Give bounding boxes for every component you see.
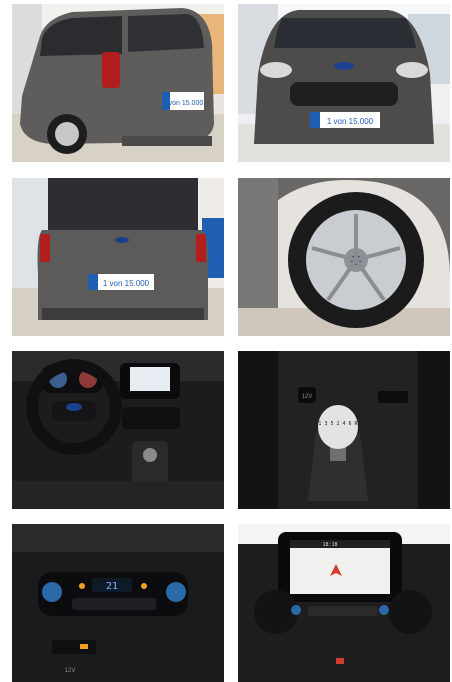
- photo-climate-controls[interactable]: 21 12V: [12, 524, 224, 682]
- photo-wheel-closeup[interactable]: [238, 178, 450, 336]
- photo-rear-left-exterior[interactable]: 1 von 15.000: [12, 4, 224, 162]
- climate-controls-image: 21 12V: [12, 524, 224, 682]
- socket-label-1: 12V: [302, 394, 313, 400]
- photo-front-exterior[interactable]: 1 von 15.000: [238, 4, 450, 162]
- plate-text-2: 1 von 15.000: [327, 117, 374, 126]
- photo-gear-shifter[interactable]: 12V 1 3 5 2 4 6 R: [238, 351, 450, 509]
- rear-open-tailgate-image: 1 von 15.000: [12, 178, 224, 336]
- plate-text-1: 1 von 15.000: [163, 100, 204, 107]
- gear-shifter-image: 12V 1 3 5 2 4 6 R: [238, 351, 450, 509]
- photo-grid: 1 von 15.000 1 von 15.000 1 von 15.000 1…: [0, 0, 452, 682]
- clock-text: 18:18: [322, 542, 337, 548]
- photo-dashboard-steering[interactable]: [12, 351, 224, 509]
- dashboard-steering-image: [12, 351, 224, 509]
- rear-left-exterior-image: 1 von 15.000: [12, 4, 224, 162]
- socket-label-2: 12V: [65, 668, 76, 674]
- shift-pattern: 1 3 5 2 4 6 R: [318, 421, 358, 427]
- wheel-closeup-image: [238, 178, 450, 336]
- temp-display: 21: [106, 581, 118, 592]
- infotainment-screen-image: 18:18: [238, 524, 450, 682]
- front-exterior-image: 1 von 15.000: [238, 4, 450, 162]
- plate-text-3: 1 von 15.000: [103, 279, 150, 288]
- photo-infotainment-screen[interactable]: 18:18: [238, 524, 450, 682]
- photo-rear-open-tailgate[interactable]: 1 von 15.000: [12, 178, 224, 336]
